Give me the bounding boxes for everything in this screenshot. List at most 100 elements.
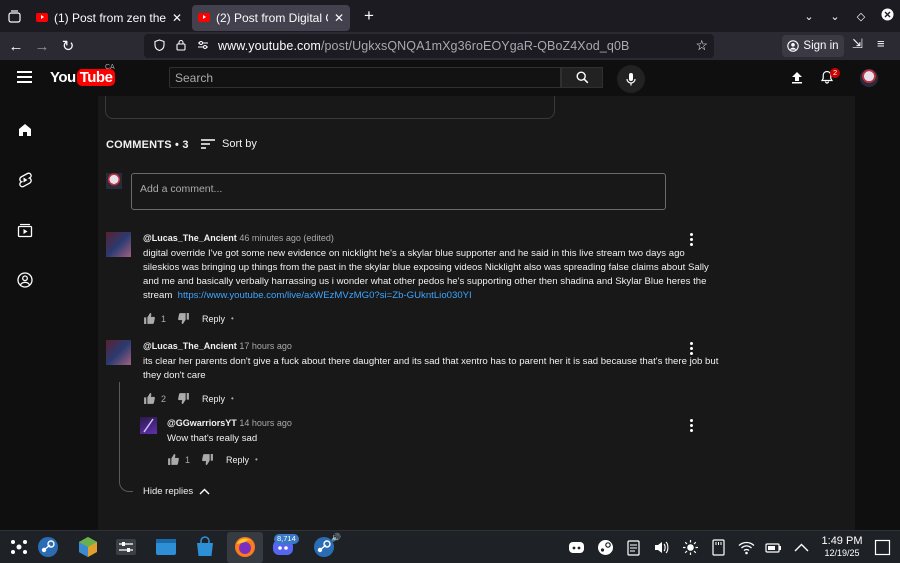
comment-action-menu-icon[interactable] xyxy=(690,233,694,248)
steam-icon[interactable] xyxy=(37,536,59,558)
thumbs-up-icon[interactable] xyxy=(167,454,179,465)
add-comment-input[interactable]: Add a comment... xyxy=(131,173,666,210)
comment-body: @GGwarriorsYT 14 hours ago Wow that's re… xyxy=(167,417,567,465)
discover-store-icon[interactable] xyxy=(77,536,99,558)
search-input[interactable]: Search xyxy=(169,67,561,88)
close-window-icon[interactable] xyxy=(874,8,900,24)
close-tab-icon[interactable]: ✕ xyxy=(172,11,182,25)
firefox-icon[interactable] xyxy=(234,536,256,558)
sort-by-button[interactable]: Sort by xyxy=(201,138,257,150)
comment-author[interactable]: @Lucas_The_Ancient xyxy=(143,233,237,243)
home-icon[interactable] xyxy=(17,122,33,138)
system-settings-icon[interactable] xyxy=(115,536,137,558)
like-count: 1 xyxy=(185,454,191,465)
comment-body: @Lucas_The_Ancient 46 minutes ago (edite… xyxy=(143,232,723,324)
store-bag-icon[interactable] xyxy=(194,536,216,558)
upload-icon[interactable] xyxy=(790,70,804,84)
tab-title: (2) Post from Digital Ove xyxy=(216,10,328,25)
app-menu-icon[interactable]: ≡ xyxy=(877,36,885,51)
battery-icon[interactable] xyxy=(765,539,782,556)
application-launcher-icon[interactable] xyxy=(8,536,30,558)
thumbs-up-icon[interactable] xyxy=(143,313,155,324)
wifi-icon[interactable] xyxy=(738,539,755,556)
comment-link[interactable]: https://www.youtube.com/live/axWEzMVzMG0… xyxy=(178,290,472,301)
firefox-account-sign-in-button[interactable]: Sign in xyxy=(782,35,844,57)
comment-actions: 1 Reply • xyxy=(167,454,567,465)
thumbs-down-icon[interactable] xyxy=(178,393,190,404)
thumbs-down-icon[interactable] xyxy=(178,313,190,324)
system-taskbar: 8,714 🔊 1:49 PM 12/19/25 xyxy=(0,530,900,563)
clipboard-icon[interactable] xyxy=(625,539,642,556)
close-tab-icon[interactable]: ✕ xyxy=(334,11,344,25)
extensions-icon[interactable]: ⇲ xyxy=(852,36,863,52)
youtube-favicon-icon xyxy=(198,13,210,22)
comment-author[interactable]: @Lucas_The_Ancient xyxy=(143,341,237,351)
commenter-avatar[interactable] xyxy=(106,232,131,257)
thumbs-down-icon[interactable] xyxy=(202,454,214,465)
show-hidden-tray-chevron-icon[interactable] xyxy=(793,539,810,556)
permissions-icon[interactable] xyxy=(196,40,210,53)
list-all-tabs-icon[interactable]: ⌄ xyxy=(796,10,822,23)
storage-device-icon[interactable] xyxy=(710,539,727,556)
comment-actions: 1 Reply • xyxy=(143,313,723,324)
lock-icon[interactable] xyxy=(174,39,188,54)
comment-body: @Lucas_The_Ancient 17 hours ago its clea… xyxy=(143,340,723,404)
discord-tray-icon[interactable] xyxy=(568,539,585,556)
shield-icon[interactable] xyxy=(152,38,166,54)
tab-post-zen[interactable]: (1) Post from zen the he ✕ xyxy=(30,5,188,31)
commenter-avatar[interactable] xyxy=(106,340,131,365)
logo-tube-text: Tube xyxy=(76,69,116,86)
hide-replies-label: Hide replies xyxy=(143,486,194,497)
voice-search-button[interactable] xyxy=(617,65,645,93)
reload-icon[interactable]: ↻ xyxy=(55,37,81,55)
search-button[interactable] xyxy=(561,67,603,88)
new-tab-button[interactable]: + xyxy=(354,6,384,26)
comments-count: COMMENTS • 3 xyxy=(106,139,189,151)
minimize-icon[interactable]: ⌄ xyxy=(822,10,848,23)
comment-text: digital override I've got some new evide… xyxy=(143,247,723,303)
steam-tray-icon[interactable] xyxy=(597,539,614,556)
comment-timestamp[interactable]: 17 hours ago xyxy=(239,341,292,351)
notification-count-badge: 2 xyxy=(830,68,841,78)
logo-you-text: You xyxy=(50,69,76,86)
dolphin-file-manager-icon[interactable] xyxy=(155,536,177,558)
maximize-icon[interactable]: ◇ xyxy=(848,10,874,23)
reply-thread-line xyxy=(119,382,133,492)
bookmark-star-icon[interactable]: ☆ xyxy=(695,37,708,54)
youtube-favicon-icon xyxy=(36,13,48,22)
youtube-logo[interactable]: You Tube xyxy=(50,69,116,86)
hide-replies-button[interactable]: Hide replies xyxy=(143,486,210,497)
comment-action-menu-icon[interactable] xyxy=(690,419,694,434)
system-clock[interactable]: 1:49 PM 12/19/25 xyxy=(816,535,868,558)
comment-timestamp[interactable]: 14 hours ago xyxy=(239,418,292,428)
chevron-up-icon xyxy=(199,488,210,495)
reply-author-avatar[interactable] xyxy=(140,417,157,434)
clock-time: 1:49 PM xyxy=(821,535,863,547)
account-avatar[interactable] xyxy=(860,69,878,87)
comment-timestamp[interactable]: 46 minutes ago (edited) xyxy=(239,233,334,243)
guide-menu-icon[interactable] xyxy=(17,71,32,86)
show-desktop-icon[interactable] xyxy=(874,539,891,556)
subscriptions-icon[interactable] xyxy=(17,222,33,238)
browser-tab-bar: (1) Post from zen the he ✕ (2) Post from… xyxy=(0,0,900,32)
url-bar[interactable]: www.youtube.com/post/UgkxsQNQA1mXg36roEO… xyxy=(144,34,714,58)
reply-button[interactable]: Reply xyxy=(226,455,249,465)
comment-action-menu-icon[interactable] xyxy=(690,342,694,357)
comment-author[interactable]: @GGwarriorsYT xyxy=(167,418,237,428)
back-arrow-icon[interactable]: ← xyxy=(3,38,29,55)
thumbs-up-icon[interactable] xyxy=(143,393,155,404)
tab-post-digital-override[interactable]: (2) Post from Digital Ove ✕ xyxy=(192,4,350,31)
microphone-icon xyxy=(626,73,636,86)
url-domain: www.youtube.com xyxy=(218,39,321,53)
volume-icon[interactable] xyxy=(653,539,670,556)
you-account-icon[interactable] xyxy=(17,272,33,288)
shorts-icon[interactable] xyxy=(17,172,33,188)
reply-button[interactable]: Reply xyxy=(202,314,225,324)
youtube-masthead: You Tube CA Search 2 xyxy=(0,60,900,96)
url-text[interactable]: www.youtube.com/post/UgkxsQNQA1mXg36roEO… xyxy=(218,39,629,53)
brightness-icon[interactable] xyxy=(682,539,699,556)
reply-button[interactable]: Reply xyxy=(202,394,225,404)
forward-arrow-icon[interactable]: → xyxy=(29,38,55,55)
post-card: 8 xyxy=(105,96,555,119)
tab-list-icon[interactable] xyxy=(0,0,28,32)
